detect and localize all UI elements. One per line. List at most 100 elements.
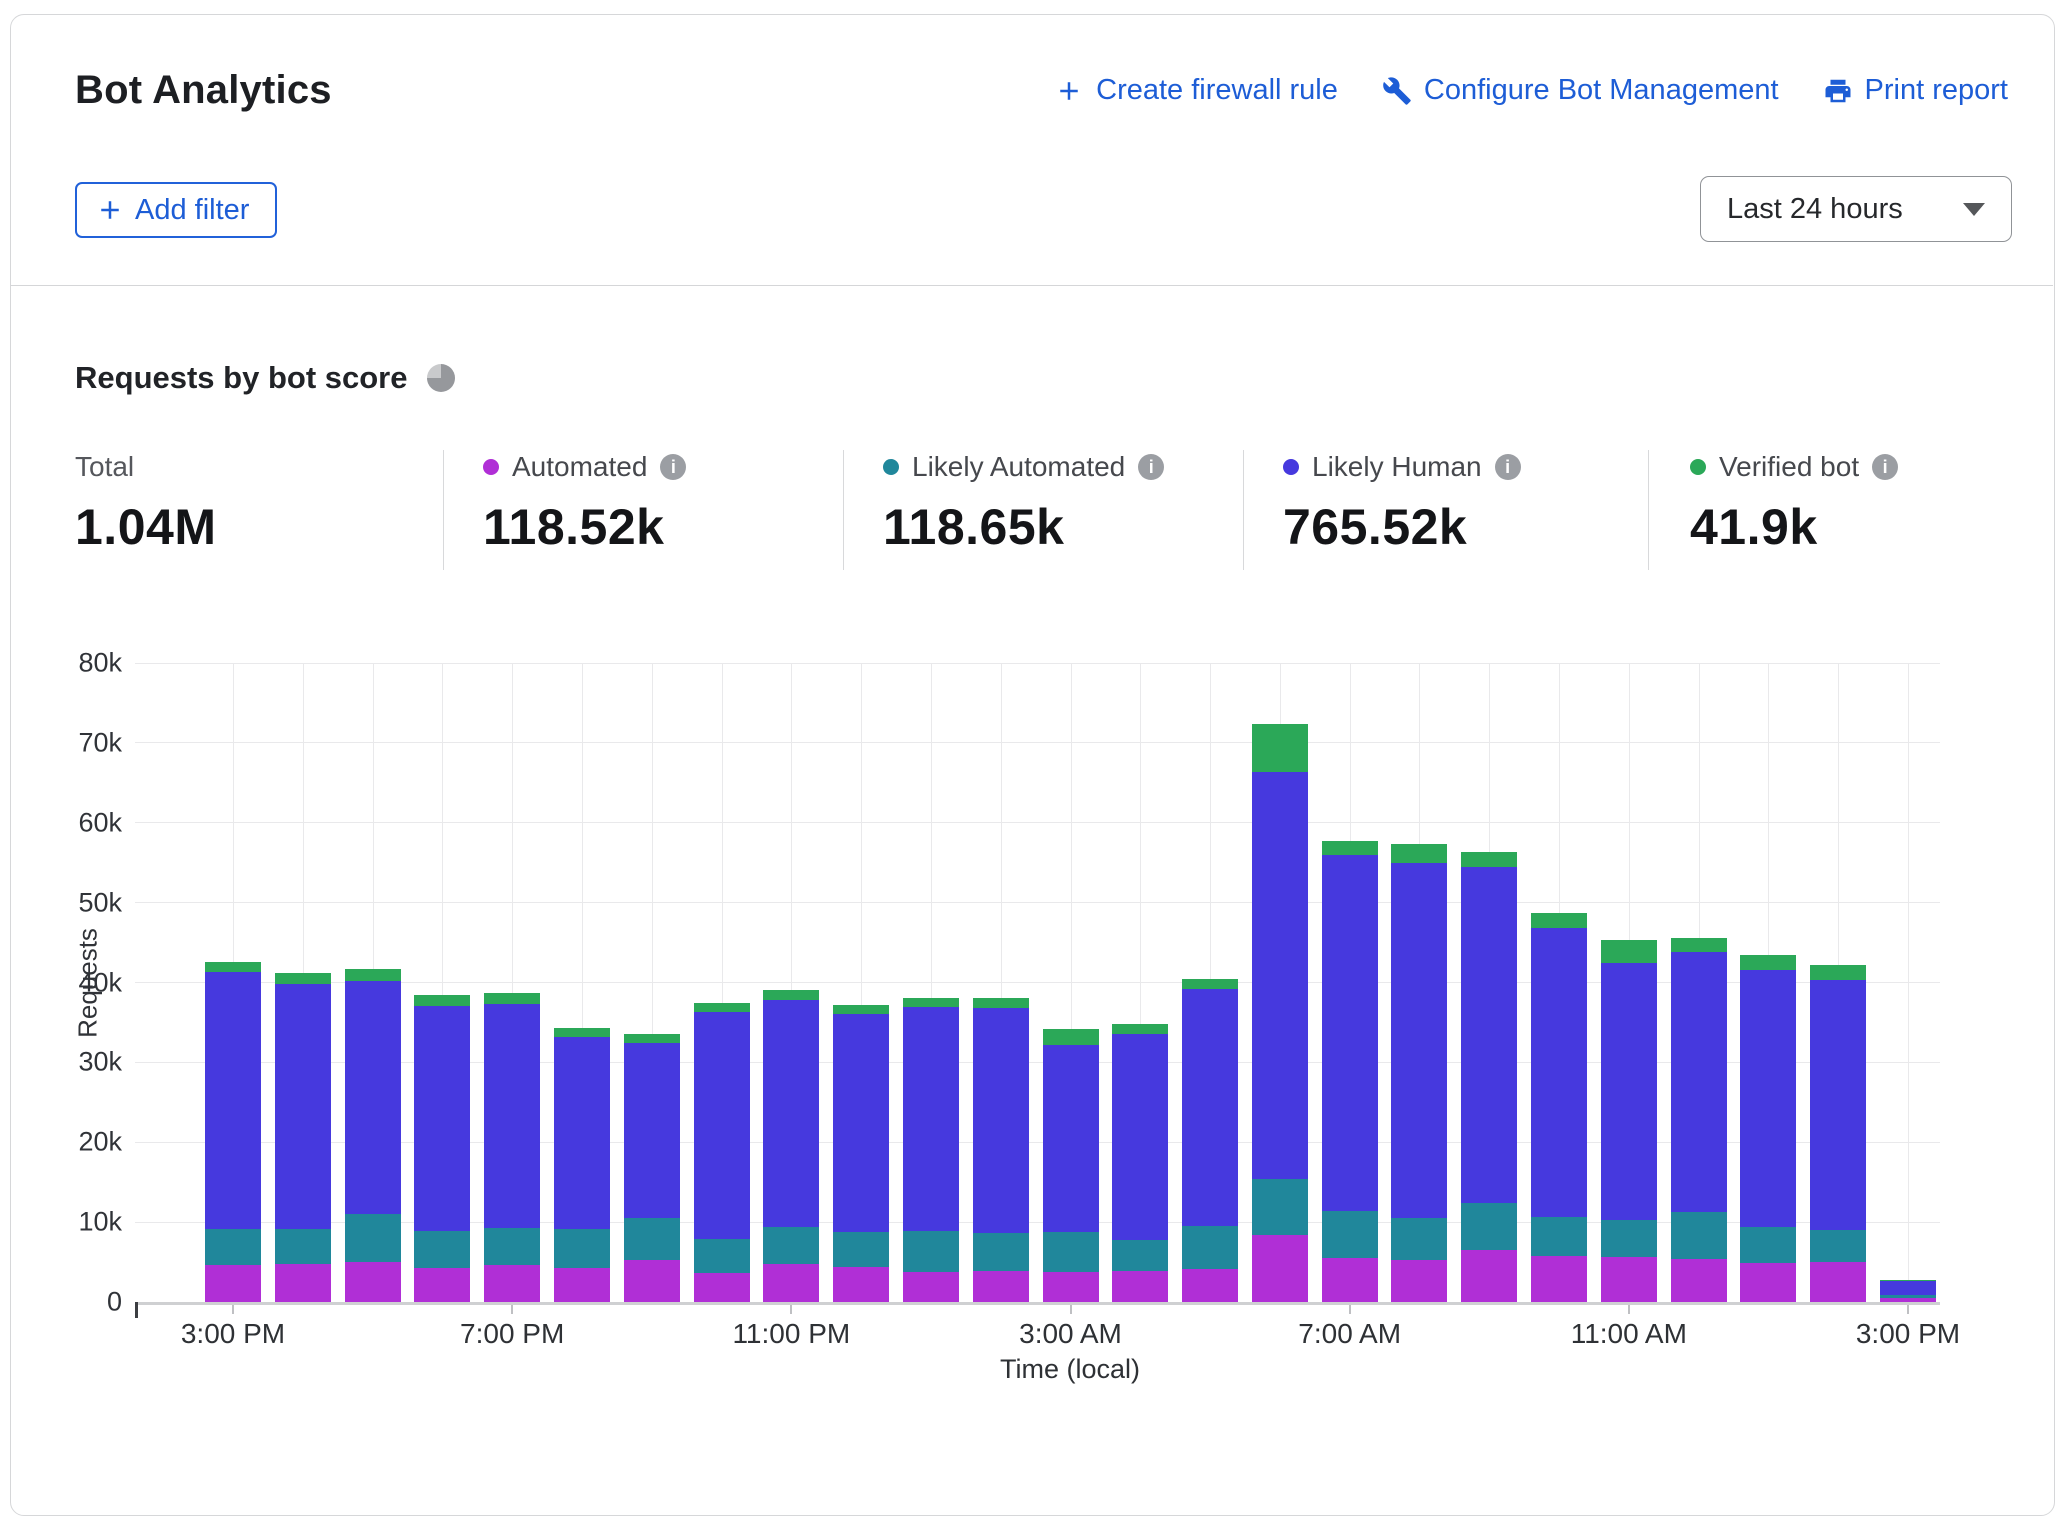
bar-segment-likely-human[interactable] xyxy=(694,1012,750,1239)
bar-segment-likely-automated[interactable] xyxy=(275,1229,331,1265)
bar-segment-likely-automated[interactable] xyxy=(554,1229,610,1268)
bar-segment-likely-human[interactable] xyxy=(1391,863,1447,1218)
bar-segment-likely-automated[interactable] xyxy=(345,1214,401,1262)
bar-segment-likely-human[interactable] xyxy=(1252,772,1308,1179)
bar-segment-likely-human[interactable] xyxy=(1740,970,1796,1227)
bar-segment-verified-bot[interactable] xyxy=(1671,938,1727,952)
legend-item-likely-human[interactable]: Likely Humani xyxy=(1283,450,1521,484)
bar-segment-automated[interactable] xyxy=(1322,1258,1378,1302)
bar-segment-verified-bot[interactable] xyxy=(1531,913,1587,928)
bar-segment-likely-automated[interactable] xyxy=(205,1229,261,1266)
bar-segment-automated[interactable] xyxy=(763,1264,819,1302)
bar-segment-likely-automated[interactable] xyxy=(1043,1232,1099,1272)
bar-segment-automated[interactable] xyxy=(1671,1259,1727,1302)
bar-segment-automated[interactable] xyxy=(833,1267,889,1302)
bar-segment-likely-automated[interactable] xyxy=(484,1228,540,1266)
bar-segment-automated[interactable] xyxy=(973,1271,1029,1302)
bar-segment-likely-automated[interactable] xyxy=(973,1233,1029,1271)
info-icon[interactable]: i xyxy=(660,454,686,480)
bar-segment-likely-automated[interactable] xyxy=(624,1218,680,1260)
bar-segment-verified-bot[interactable] xyxy=(345,969,401,981)
bar-segment-verified-bot[interactable] xyxy=(694,1003,750,1012)
bar-segment-automated[interactable] xyxy=(1740,1263,1796,1302)
bar-segment-likely-human[interactable] xyxy=(275,984,331,1228)
bar-segment-likely-human[interactable] xyxy=(484,1004,540,1228)
bar-segment-verified-bot[interactable] xyxy=(1252,724,1308,772)
bar-segment-likely-automated[interactable] xyxy=(1531,1217,1587,1256)
bar-segment-automated[interactable] xyxy=(345,1262,401,1302)
bar-segment-likely-automated[interactable] xyxy=(1322,1211,1378,1258)
bar-segment-likely-automated[interactable] xyxy=(1671,1212,1727,1259)
bar-segment-automated[interactable] xyxy=(484,1265,540,1302)
bar-segment-verified-bot[interactable] xyxy=(624,1034,680,1043)
bar-segment-automated[interactable] xyxy=(1531,1256,1587,1302)
bar-segment-automated[interactable] xyxy=(1461,1250,1517,1302)
bar-segment-automated[interactable] xyxy=(414,1268,470,1302)
bar-segment-verified-bot[interactable] xyxy=(484,993,540,1004)
bar-segment-automated[interactable] xyxy=(1252,1235,1308,1302)
bar-segment-likely-automated[interactable] xyxy=(1252,1179,1308,1235)
bar-segment-verified-bot[interactable] xyxy=(1043,1029,1099,1045)
bar-segment-likely-automated[interactable] xyxy=(1461,1203,1517,1250)
bar-segment-automated[interactable] xyxy=(1810,1262,1866,1302)
legend-item-likely-automated[interactable]: Likely Automatedi xyxy=(883,450,1164,484)
header-link-configure-bot-management[interactable]: Configure Bot Management xyxy=(1382,74,1779,107)
bar-segment-verified-bot[interactable] xyxy=(1601,940,1657,963)
bar-segment-likely-human[interactable] xyxy=(345,981,401,1214)
bar-segment-likely-human[interactable] xyxy=(903,1007,959,1231)
bar-segment-verified-bot[interactable] xyxy=(763,990,819,1000)
bar-segment-likely-human[interactable] xyxy=(833,1014,889,1231)
bar-segment-verified-bot[interactable] xyxy=(973,998,1029,1008)
legend-item-verified-bot[interactable]: Verified boti xyxy=(1690,450,1898,484)
bar-segment-likely-human[interactable] xyxy=(624,1043,680,1218)
bar-segment-verified-bot[interactable] xyxy=(414,995,470,1006)
bar-segment-likely-human[interactable] xyxy=(205,972,261,1228)
bar-segment-verified-bot[interactable] xyxy=(1391,844,1447,862)
bar-segment-likely-automated[interactable] xyxy=(1112,1240,1168,1270)
bar-segment-likely-automated[interactable] xyxy=(903,1231,959,1273)
legend-item-automated[interactable]: Automatedi xyxy=(483,450,686,484)
time-range-select[interactable]: Last 24 hours xyxy=(1700,176,2012,242)
bar-segment-likely-human[interactable] xyxy=(763,1000,819,1227)
bar-segment-verified-bot[interactable] xyxy=(1461,852,1517,867)
info-icon[interactable]: i xyxy=(1872,454,1898,480)
bar-segment-likely-human[interactable] xyxy=(973,1008,1029,1233)
bar-segment-automated[interactable] xyxy=(1112,1271,1168,1302)
bar-segment-verified-bot[interactable] xyxy=(1810,965,1866,980)
bar-segment-likely-human[interactable] xyxy=(1880,1281,1936,1295)
bar-segment-verified-bot[interactable] xyxy=(903,998,959,1008)
header-link-create-firewall-rule[interactable]: Create firewall rule xyxy=(1054,74,1338,107)
header-link-print-report[interactable]: Print report xyxy=(1823,74,2008,107)
bar-segment-likely-automated[interactable] xyxy=(1601,1220,1657,1258)
bar-segment-verified-bot[interactable] xyxy=(554,1028,610,1037)
bar-segment-likely-automated[interactable] xyxy=(694,1239,750,1273)
bar-segment-automated[interactable] xyxy=(903,1272,959,1302)
bar-segment-verified-bot[interactable] xyxy=(1740,955,1796,969)
bar-segment-automated[interactable] xyxy=(694,1273,750,1302)
bar-segment-likely-automated[interactable] xyxy=(414,1231,470,1268)
info-icon[interactable]: i xyxy=(1138,454,1164,480)
bar-segment-likely-human[interactable] xyxy=(1531,928,1587,1217)
bar-segment-likely-human[interactable] xyxy=(1461,867,1517,1203)
bar-segment-likely-human[interactable] xyxy=(1322,855,1378,1210)
bar-segment-likely-automated[interactable] xyxy=(1391,1218,1447,1260)
bar-segment-automated[interactable] xyxy=(205,1265,261,1302)
bar-segment-likely-human[interactable] xyxy=(554,1037,610,1229)
bar-segment-automated[interactable] xyxy=(1601,1257,1657,1302)
bar-segment-verified-bot[interactable] xyxy=(1182,979,1238,989)
bar-segment-likely-human[interactable] xyxy=(1182,989,1238,1226)
bar-segment-automated[interactable] xyxy=(624,1260,680,1302)
bar-segment-likely-human[interactable] xyxy=(1810,980,1866,1230)
bar-segment-verified-bot[interactable] xyxy=(1322,841,1378,855)
bar-segment-verified-bot[interactable] xyxy=(1880,1280,1936,1281)
bar-segment-verified-bot[interactable] xyxy=(833,1005,889,1015)
add-filter-button[interactable]: Add filter xyxy=(75,182,277,238)
bar-segment-automated[interactable] xyxy=(275,1264,331,1302)
bar-segment-likely-automated[interactable] xyxy=(833,1232,889,1267)
bar-segment-likely-automated[interactable] xyxy=(1182,1226,1238,1269)
bar-segment-likely-automated[interactable] xyxy=(1740,1227,1796,1263)
bar-segment-likely-automated[interactable] xyxy=(763,1227,819,1265)
bar-segment-likely-human[interactable] xyxy=(1043,1045,1099,1232)
bar-segment-automated[interactable] xyxy=(1043,1272,1099,1302)
bar-segment-verified-bot[interactable] xyxy=(205,962,261,972)
